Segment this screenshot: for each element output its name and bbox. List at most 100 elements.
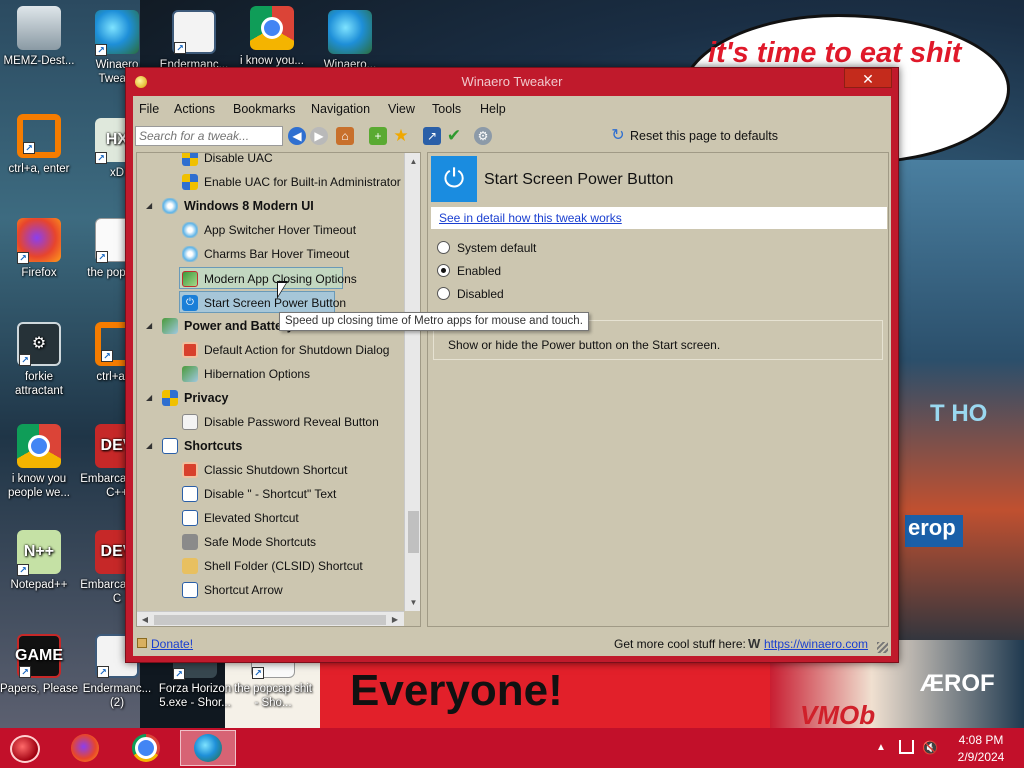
menu-navigation[interactable]: Navigation bbox=[311, 102, 370, 116]
chrome-icon bbox=[17, 424, 61, 468]
collapse-arrow-icon[interactable]: ◢ bbox=[146, 321, 152, 330]
show-hidden-icons-icon[interactable]: ▲ bbox=[876, 742, 886, 753]
chrome-icon bbox=[132, 734, 160, 762]
back-arrow-icon[interactable]: ◀ bbox=[288, 127, 306, 145]
tree-item-start-screen-power[interactable]: ⏻ Start Screen Power Button bbox=[179, 291, 346, 313]
collapse-arrow-icon[interactable]: ◢ bbox=[146, 201, 152, 210]
tree-category-shortcuts[interactable]: ◢ Shortcuts bbox=[137, 435, 405, 457]
scroll-left-arrow-icon[interactable]: ◀ bbox=[137, 612, 153, 626]
radio-button-checked[interactable] bbox=[437, 264, 450, 277]
desktop-icon-memz[interactable]: MEMZ-Dest... bbox=[0, 6, 78, 68]
menu-bar: File Actions Bookmarks Navigation View T… bbox=[133, 96, 891, 122]
papers-please-icon: GAME ↗ bbox=[15, 634, 63, 678]
desktop-icon-endermanch[interactable]: ↗ Endermanc... bbox=[155, 10, 233, 72]
desktop-icon-notepad-plus-plus[interactable]: N++ ↗ Notepad++ bbox=[0, 530, 78, 592]
taskbar: ▲ 🔇 4:08 PM 2/9/2024 bbox=[0, 728, 1024, 768]
tree-item-shortcut-arrow[interactable]: Shortcut Arrow bbox=[137, 579, 405, 601]
add-bookmark-icon[interactable]: + bbox=[369, 127, 387, 145]
uac-shield-icon bbox=[182, 174, 198, 190]
tree-item-modern-app-closing[interactable]: Modern App Closing Options bbox=[179, 267, 357, 289]
tree-item-safe-mode-shortcuts[interactable]: Safe Mode Shortcuts bbox=[137, 531, 405, 553]
star-icon[interactable]: ★ bbox=[392, 127, 410, 145]
radio-button[interactable] bbox=[437, 287, 450, 300]
collapse-arrow-icon[interactable]: ◢ bbox=[146, 393, 152, 402]
menu-view[interactable]: View bbox=[388, 102, 415, 116]
tree-item-app-switcher-hover[interactable]: App Switcher Hover Timeout bbox=[137, 219, 405, 241]
tree-category-privacy[interactable]: ◢ Privacy bbox=[137, 387, 405, 409]
menu-actions[interactable]: Actions bbox=[174, 102, 215, 116]
menu-file[interactable]: File bbox=[139, 102, 159, 116]
window-client-area: File Actions Bookmarks Navigation View T… bbox=[133, 96, 891, 656]
tree-item-charms-bar-hover[interactable]: Charms Bar Hover Timeout bbox=[137, 243, 405, 265]
ring-icon: ↗ bbox=[17, 114, 61, 158]
recycle-bin-icon bbox=[17, 6, 61, 50]
menu-tools[interactable]: Tools bbox=[432, 102, 461, 116]
tree-item-disable-uac[interactable]: Disable UAC bbox=[137, 153, 405, 169]
taskbar-firefox[interactable] bbox=[57, 730, 113, 766]
tree-item-hibernation[interactable]: Hibernation Options bbox=[137, 363, 405, 385]
desktop-icon-winaero[interactable]: Winaero... bbox=[311, 10, 389, 72]
shortcut-icon[interactable]: ↗ bbox=[423, 127, 441, 145]
clock-date[interactable]: 2/9/2024 bbox=[952, 750, 1010, 764]
settings-gear-icon[interactable]: ⚙ bbox=[474, 127, 492, 145]
taskbar-chrome[interactable] bbox=[118, 730, 174, 766]
firefox-icon bbox=[71, 734, 99, 762]
scroll-up-arrow-icon[interactable]: ▲ bbox=[405, 153, 420, 170]
reset-page-button[interactable]: Reset this page to defaults bbox=[630, 129, 778, 143]
desktop-icon-i-know-you-people[interactable]: i know you people we... bbox=[0, 424, 78, 500]
tree-item-classic-shutdown[interactable]: Classic Shutdown Shortcut bbox=[137, 459, 405, 481]
donate-link[interactable]: Donate! bbox=[151, 637, 193, 651]
clock-time[interactable]: 4:08 PM bbox=[958, 733, 1004, 747]
document-icon: ↗ bbox=[172, 10, 216, 54]
volume-muted-icon[interactable]: 🔇 bbox=[922, 740, 938, 756]
tweak-link-bar: See in detail how this tweak works bbox=[431, 207, 887, 229]
home-icon[interactable]: ⌂ bbox=[336, 127, 354, 145]
close-button[interactable]: ✕ bbox=[844, 68, 892, 88]
modern-ui-icon bbox=[182, 222, 198, 238]
resize-grip-icon[interactable] bbox=[877, 642, 888, 653]
folder-icon bbox=[182, 558, 198, 574]
tree-item-shell-folder-shortcut[interactable]: Shell Folder (CLSID) Shortcut bbox=[137, 555, 405, 577]
winaero-icon bbox=[194, 734, 222, 762]
wallpaper-banner-text: Everyone! bbox=[350, 666, 563, 715]
tree-item-default-shutdown-action[interactable]: Default Action for Shutdown Dialog bbox=[137, 339, 405, 361]
window-titlebar[interactable]: Winaero Tweaker ✕ bbox=[126, 68, 898, 96]
desktop-icon-firefox[interactable]: ↗ Firefox bbox=[0, 218, 78, 280]
gear-icon: ⚙ ↗ bbox=[17, 322, 61, 366]
desktop-icon-i-know-you[interactable]: i know you... bbox=[233, 6, 311, 68]
tree-vertical-scrollbar[interactable]: ▲ ▼ bbox=[404, 153, 420, 611]
option-system-default[interactable]: System default bbox=[437, 240, 637, 258]
tree-item-enable-uac-admin[interactable]: Enable UAC for Built-in Administrator bbox=[137, 171, 405, 193]
tweak-tree: Disable UAC Enable UAC for Built-in Admi… bbox=[136, 152, 421, 627]
collapse-arrow-icon[interactable]: ◢ bbox=[146, 441, 152, 450]
desktop-icon-papers-please[interactable]: GAME ↗ Papers, Please bbox=[0, 634, 78, 696]
forward-arrow-icon[interactable]: ▶ bbox=[310, 127, 328, 145]
start-button[interactable] bbox=[10, 735, 40, 763]
refresh-icon[interactable]: ↻ bbox=[609, 127, 627, 145]
menu-bookmarks[interactable]: Bookmarks bbox=[233, 102, 296, 116]
option-enabled[interactable]: Enabled bbox=[437, 263, 637, 281]
scroll-right-arrow-icon[interactable]: ▶ bbox=[387, 612, 403, 626]
taskbar-winaero[interactable] bbox=[180, 730, 236, 766]
desktop-icon-ctrl-a-enter[interactable]: ↗ ctrl+a, enter bbox=[0, 114, 78, 176]
tree-horizontal-scrollbar[interactable]: ◀ ▶ bbox=[137, 611, 404, 626]
scroll-thumb[interactable] bbox=[408, 511, 419, 553]
donate-icon bbox=[137, 638, 147, 648]
network-icon[interactable] bbox=[899, 740, 914, 754]
option-disabled[interactable]: Disabled bbox=[437, 286, 637, 304]
menu-help[interactable]: Help bbox=[480, 102, 506, 116]
checkmark-icon[interactable]: ✔ bbox=[445, 127, 463, 145]
tree-item-disable-shortcut-text[interactable]: Disable " - Shortcut" Text bbox=[137, 483, 405, 505]
desktop-icon-forkie-attractant[interactable]: ⚙ ↗ forkie attractant bbox=[0, 322, 78, 398]
modern-ui-icon bbox=[162, 198, 178, 214]
tree-category-windows8-modern-ui[interactable]: ◢ Windows 8 Modern UI bbox=[137, 195, 405, 217]
scroll-down-arrow-icon[interactable]: ▼ bbox=[405, 594, 420, 611]
tweak-details-link[interactable]: See in detail how this tweak works bbox=[439, 211, 622, 225]
tree-item-password-reveal[interactable]: Disable Password Reveal Button bbox=[137, 411, 405, 433]
search-input[interactable] bbox=[135, 126, 283, 146]
tweak-description: Show or hide the Power button on the Sta… bbox=[448, 338, 721, 352]
winaero-site-link[interactable]: https://winaero.com bbox=[764, 637, 868, 651]
radio-button[interactable] bbox=[437, 241, 450, 254]
scroll-thumb[interactable] bbox=[154, 615, 386, 625]
tree-item-elevated-shortcut[interactable]: Elevated Shortcut bbox=[137, 507, 405, 529]
